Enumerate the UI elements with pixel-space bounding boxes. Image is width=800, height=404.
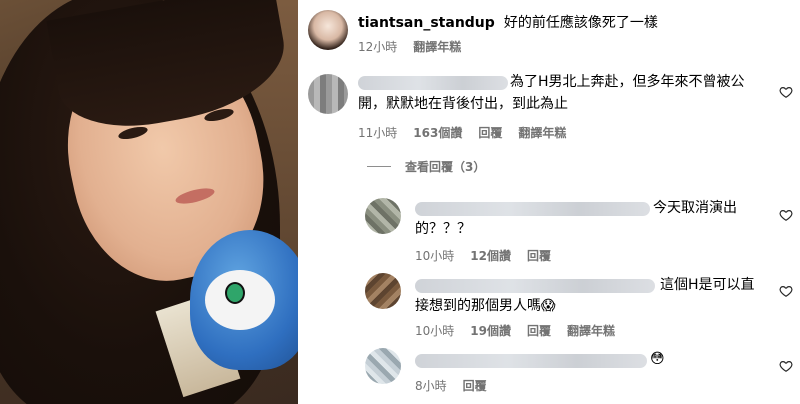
post-caption-text: 好的前任應該像死了一樣 [503,15,658,31]
reply-username-pixelated[interactable] [415,279,655,293]
comment-meta: 11小時 163個讚 回覆 翻譯年糕 [358,124,566,141]
reply-text-line1: 今天取消演出 [653,200,737,216]
photo-toy-eye [225,282,245,304]
reply-text-line2: 接想到的那個男人嗎😱 [415,298,556,314]
reply-reply-button[interactable]: 回覆 [527,322,551,339]
instagram-post-view: tiantsan_standup 好的前任應該像死了一樣 12小時 翻譯年糕 為… [0,0,800,404]
post-caption-row: tiantsan_standup 好的前任應該像死了一樣 [358,12,658,34]
reply-reply-button[interactable]: 回覆 [527,247,551,264]
heart-outline-icon[interactable] [779,284,793,298]
post-photo [0,0,298,404]
reply-like-count[interactable]: 19個讚 [470,322,511,339]
comment-reply-button[interactable]: 回覆 [478,124,502,141]
reply-time: 10小時 [415,249,455,263]
reply-username-pixelated[interactable] [415,354,647,368]
view-replies-button[interactable]: 查看回覆（3） [367,158,485,175]
reply-meta: 10小時 19個讚 回覆 翻譯年糕 [415,322,615,339]
post-time: 12小時 [358,40,398,54]
reply-reply-button[interactable]: 回覆 [463,377,487,394]
post-author-username[interactable]: tiantsan_standup [358,15,495,31]
reply-avatar[interactable] [365,198,401,234]
post-meta: 12小時 翻譯年糕 [358,38,461,55]
comment-translate-link[interactable]: 翻譯年糕 [518,124,566,141]
reply-text-line1: 這個H是可以直 [660,277,755,293]
post-author-avatar[interactable] [308,10,348,50]
reply-time: 8小時 [415,379,447,393]
reply-meta: 8小時 回覆 [415,377,487,394]
reply-avatar[interactable] [365,273,401,309]
heart-outline-icon[interactable] [779,208,793,222]
post-translate-link[interactable]: 翻譯年糕 [413,38,461,55]
comment-like-count[interactable]: 163個讚 [413,124,462,141]
comment-time: 11小時 [358,126,398,140]
view-replies-line [367,166,391,167]
reply-time: 10小時 [415,324,455,338]
comment-text-line2: 開，默默地在背後付出，到此為止 [358,96,568,112]
reply-meta: 10小時 12個讚 回覆 [415,247,551,264]
comment-avatar[interactable] [308,74,348,114]
reply-translate-link[interactable]: 翻譯年糕 [567,322,615,339]
view-replies-label: 查看回覆（3） [405,160,486,174]
heart-outline-icon[interactable] [779,85,793,99]
reply-text-line1: 😳 [650,351,665,367]
heart-outline-icon[interactable] [779,359,793,373]
reply-avatar[interactable] [365,348,401,384]
comment-text-line1: 為了H男北上奔赴，但多年來不曾被公 [510,74,745,90]
comment-username-pixelated[interactable] [358,76,508,90]
reply-username-pixelated[interactable] [415,202,650,216]
reply-like-count[interactable]: 12個讚 [470,247,511,264]
reply-text-line2: 的？？？ [415,221,471,237]
